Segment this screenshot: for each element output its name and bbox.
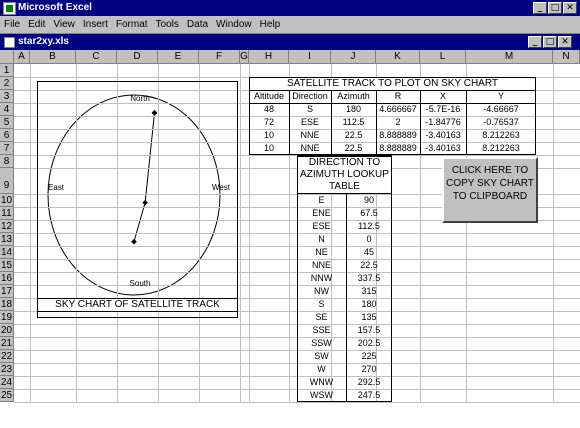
column-header[interactable]: G — [240, 50, 249, 64]
row-header[interactable]: 25 — [0, 389, 14, 402]
copy-button-label: CLICK HERE TO — [451, 165, 529, 176]
compass-north-label: North — [130, 94, 150, 103]
column-header[interactable]: N — [553, 50, 580, 64]
row-header[interactable]: 17 — [0, 285, 14, 298]
track-table-vrule — [289, 90, 290, 155]
select-all-corner[interactable] — [0, 50, 14, 64]
row-header[interactable]: 11 — [0, 207, 14, 220]
compass-south-label: South — [129, 279, 151, 288]
row-header[interactable]: 8 — [0, 155, 14, 168]
menu-file[interactable]: File — [4, 19, 20, 30]
row-header[interactable]: 4 — [0, 103, 14, 116]
row-header[interactable]: 19 — [0, 311, 14, 324]
workbook-minimize-button[interactable]: _ — [528, 36, 542, 48]
row-header[interactable]: 7 — [0, 142, 14, 155]
column-header[interactable]: L — [420, 50, 466, 64]
copy-button-label: TO CLIPBOARD — [452, 191, 528, 202]
workbook-title-bar: star2xy.xls _ □ ✕ — [0, 34, 580, 50]
menu-bar: File Edit View Insert Format Tools Data Window H… — [0, 16, 580, 34]
lookup-table-border — [297, 155, 392, 402]
column-header[interactable]: M — [466, 50, 553, 64]
menu-window[interactable]: Window — [216, 19, 252, 30]
menu-data[interactable]: Data — [187, 19, 208, 30]
row-header[interactable]: 24 — [0, 376, 14, 389]
row-header[interactable]: 18 — [0, 298, 14, 311]
lookup-table-vrule — [346, 194, 347, 402]
track-table-vrule — [420, 90, 421, 155]
menu-edit[interactable]: Edit — [28, 19, 45, 30]
column-header[interactable]: A — [14, 50, 30, 64]
workbook-icon — [4, 37, 15, 48]
row-header[interactable]: 13 — [0, 233, 14, 246]
sky-chart-caption: SKY CHART OF SATELLITE TRACK — [37, 298, 238, 312]
track-table-vrule — [376, 90, 377, 155]
copy-sky-chart-button[interactable]: CLICK HERE TO COPY SKY CHART TO CLIPBOARD — [442, 157, 538, 223]
track-table-colrule — [249, 103, 536, 104]
restore-button[interactable]: □ — [548, 2, 562, 14]
column-header[interactable]: K — [376, 50, 420, 64]
compass-east-label: East — [48, 183, 65, 192]
row-header[interactable]: 22 — [0, 350, 14, 363]
row-header[interactable]: 9 — [0, 168, 14, 194]
track-table-border — [249, 77, 536, 155]
row-header[interactable]: 1 — [0, 64, 14, 77]
row-header[interactable]: 5 — [0, 116, 14, 129]
excel-icon — [3, 2, 16, 15]
row-header[interactable]: 10 — [0, 194, 14, 207]
column-header[interactable]: J — [331, 50, 376, 64]
app-title-bar: Microsoft Excel _ □ ✕ — [0, 0, 580, 16]
compass-west-label: West — [211, 183, 230, 192]
row-header[interactable]: 12 — [0, 220, 14, 233]
menu-help[interactable]: Help — [260, 19, 281, 30]
worksheet-grid[interactable]: A B C D E F G H I J K L M N 1 2 3 4 5 6 7 8 9 10 11 12 13 14 15 16 17 1… — [0, 50, 580, 428]
column-header[interactable]: I — [289, 50, 331, 64]
row-header[interactable]: 2 — [0, 77, 14, 90]
workbook-close-button[interactable]: ✕ — [558, 36, 572, 48]
track-table-vrule — [466, 90, 467, 155]
row-header[interactable]: 15 — [0, 259, 14, 272]
menu-insert[interactable]: Insert — [83, 19, 108, 30]
column-header[interactable]: D — [117, 50, 158, 64]
column-header[interactable]: H — [249, 50, 289, 64]
menu-tools[interactable]: Tools — [156, 19, 179, 30]
row-header[interactable]: 14 — [0, 246, 14, 259]
row-header[interactable]: 23 — [0, 363, 14, 376]
column-header[interactable]: E — [158, 50, 199, 64]
row-header[interactable]: 3 — [0, 90, 14, 103]
row-header[interactable]: 6 — [0, 129, 14, 142]
row-header[interactable]: 16 — [0, 272, 14, 285]
column-header[interactable]: B — [30, 50, 76, 64]
gridline — [14, 402, 580, 403]
menu-format[interactable]: Format — [116, 19, 148, 30]
app-title: Microsoft Excel — [18, 2, 92, 13]
copy-button-label: COPY SKY CHART — [446, 178, 534, 189]
menu-view[interactable]: View — [53, 19, 75, 30]
workbook-restore-button[interactable]: □ — [543, 36, 557, 48]
row-header[interactable]: 20 — [0, 324, 14, 337]
column-header[interactable]: F — [199, 50, 240, 64]
close-button[interactable]: ✕ — [563, 2, 577, 14]
minimize-button[interactable]: _ — [533, 2, 547, 14]
track-table-vrule — [331, 90, 332, 155]
column-header[interactable]: C — [76, 50, 117, 64]
row-header[interactable]: 21 — [0, 337, 14, 350]
workbook-title: star2xy.xls — [18, 36, 69, 47]
